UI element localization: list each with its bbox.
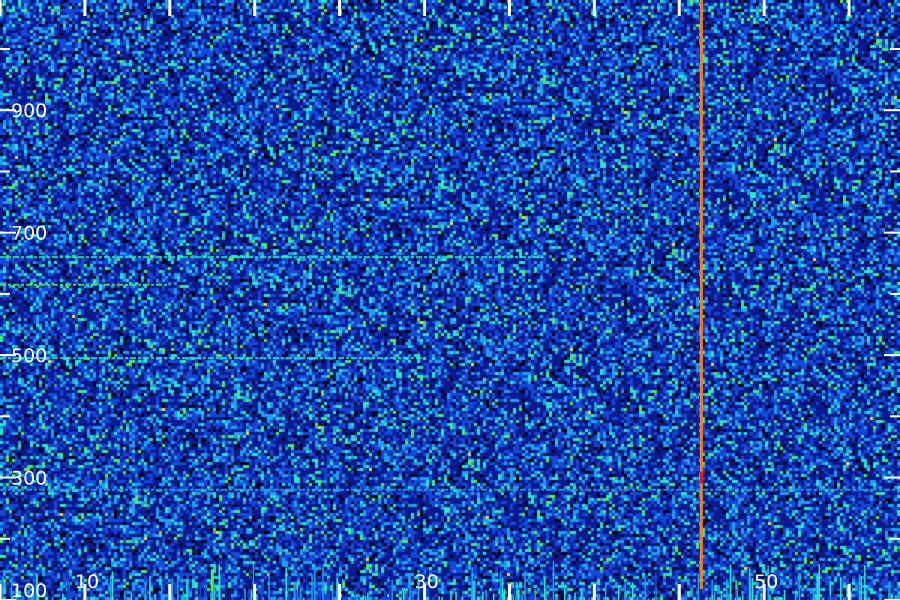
x-tick-label: 30 [415,571,439,593]
x-tick-label: 50 [754,571,778,593]
y-tick-label: 700 [11,223,47,245]
spectrogram-chart: 100 300 500 700 900 10 30 50 [0,0,900,600]
y-tick-label: 100 [11,580,47,600]
y-tick-label: 900 [11,100,47,122]
y-tick-label: 500 [11,345,47,367]
spectrogram-image [0,0,900,600]
y-tick-label: 300 [11,468,47,490]
x-tick-label: 10 [75,571,99,593]
spectrogram-noise [0,0,900,600]
